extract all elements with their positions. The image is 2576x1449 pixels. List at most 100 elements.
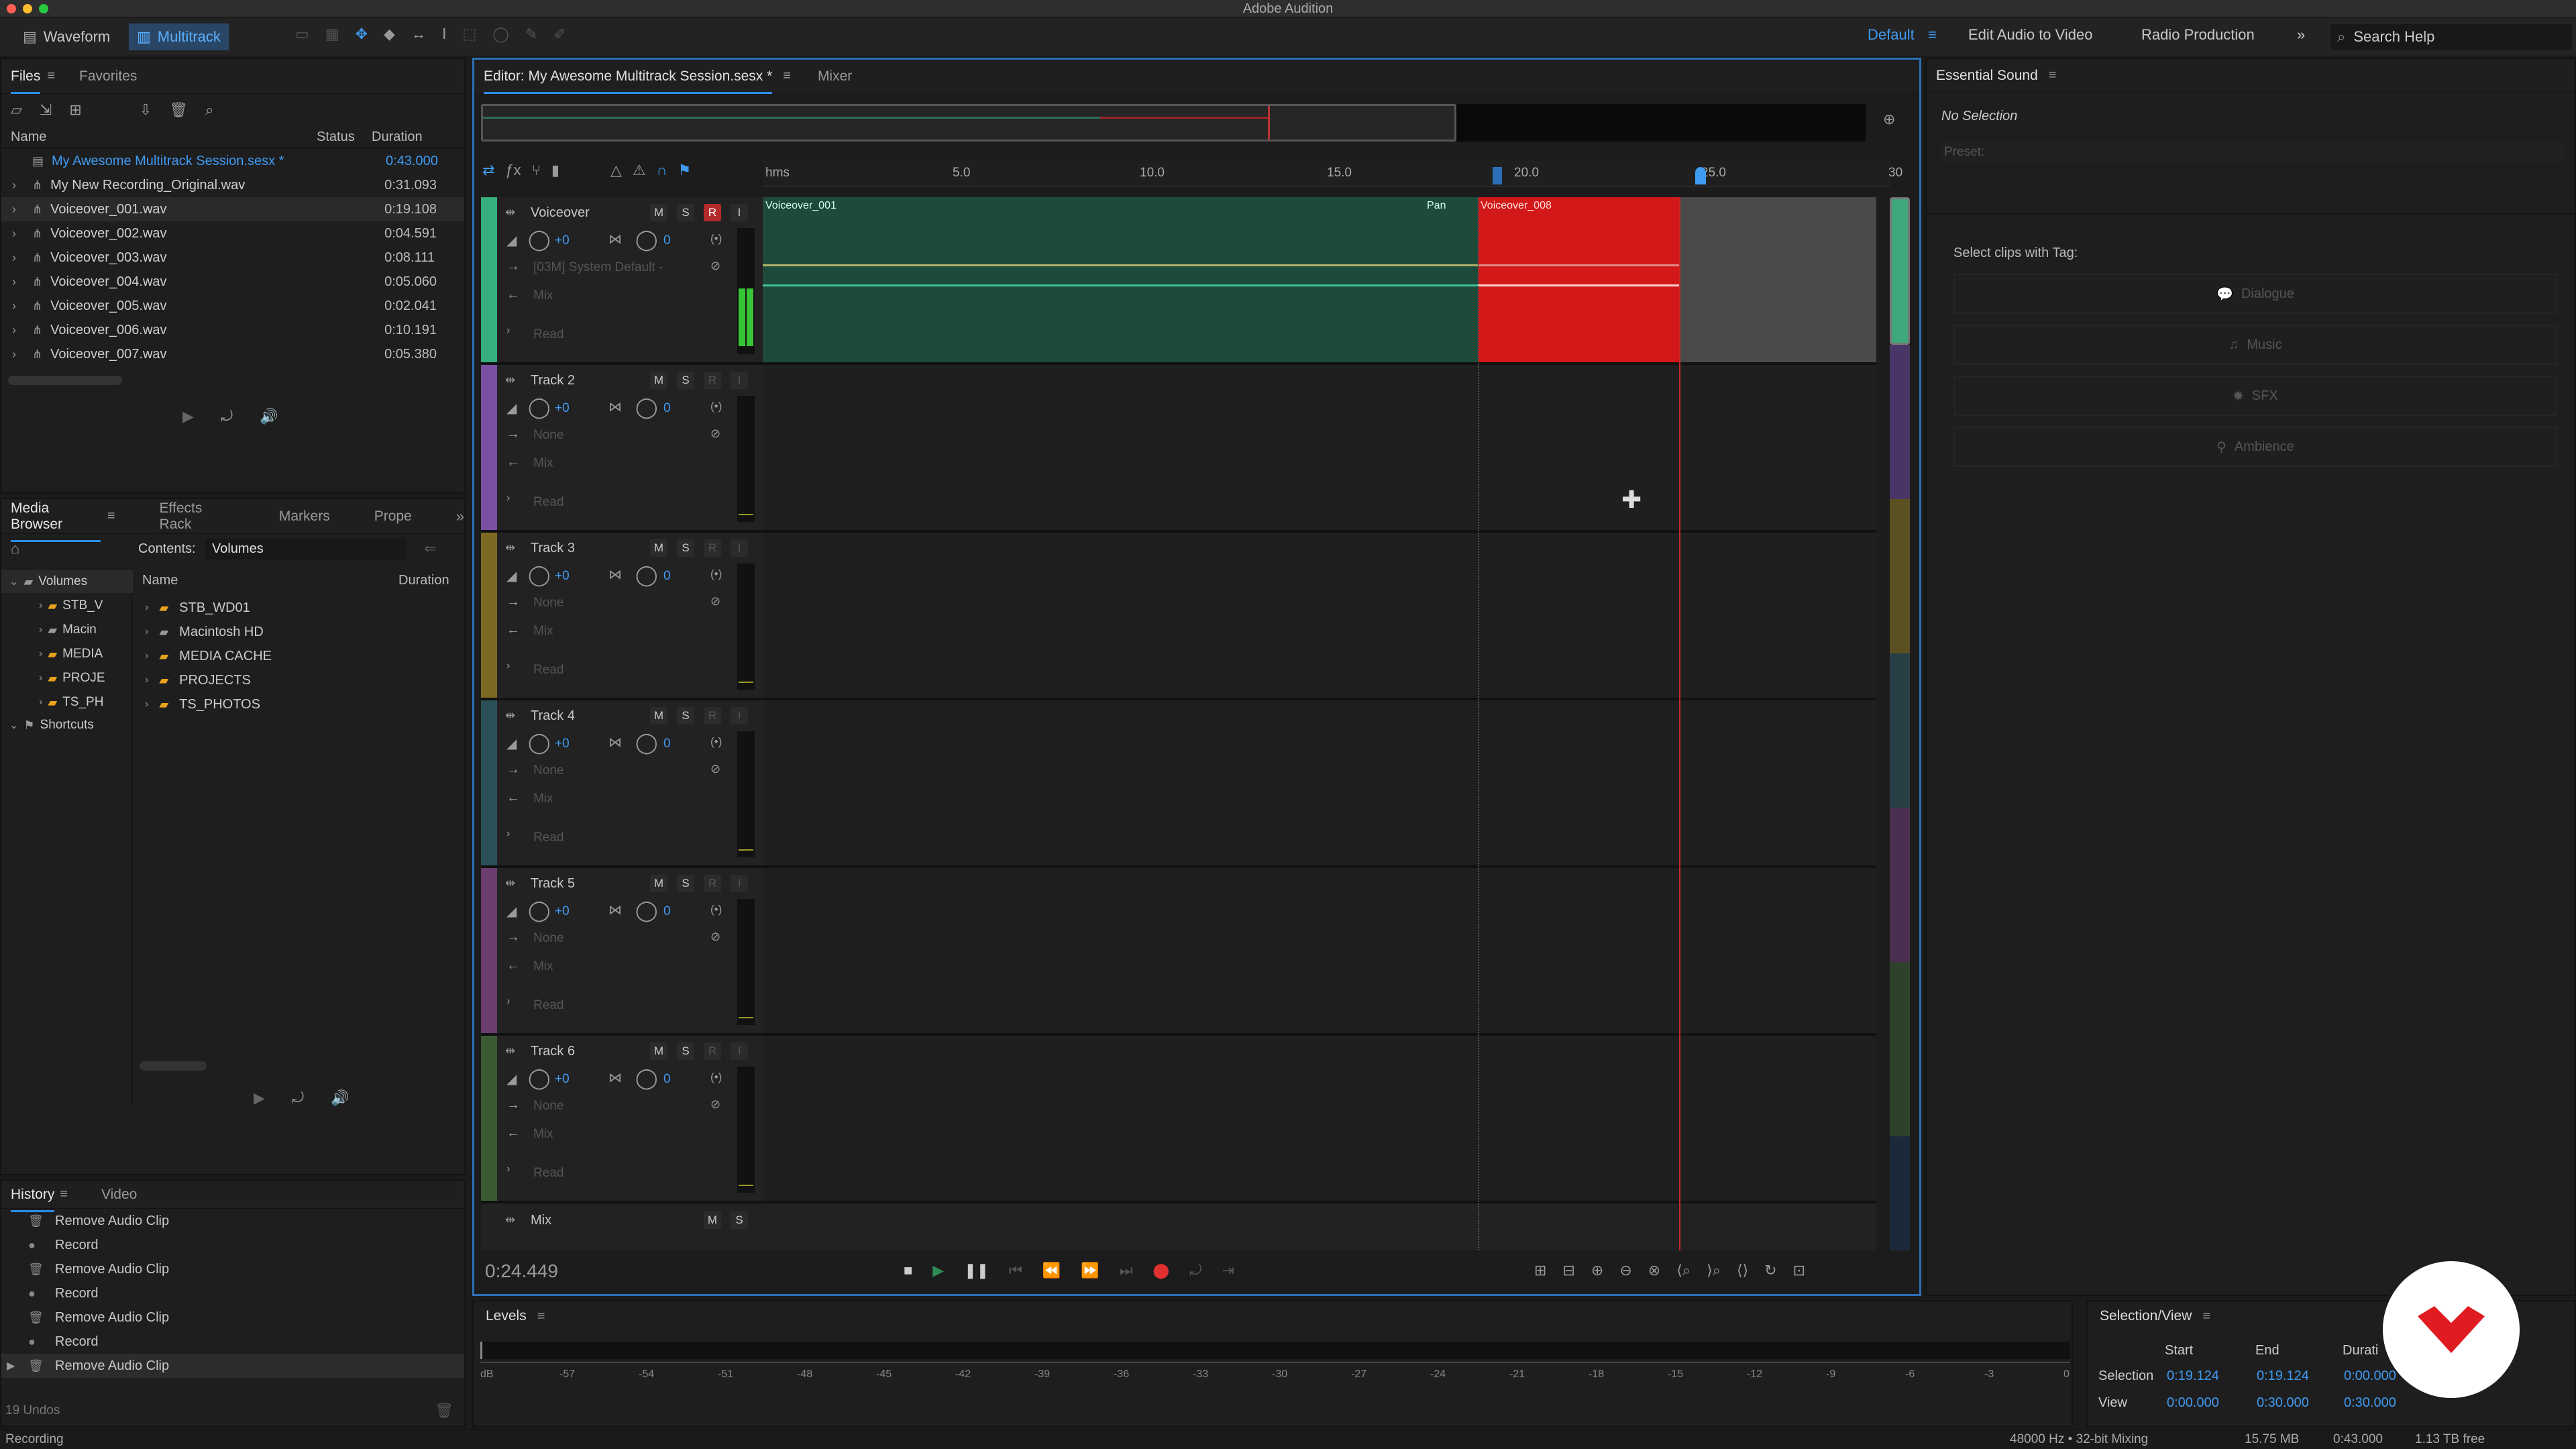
chevron-right-icon[interactable]: ›: [145, 698, 148, 710]
chevron-right-icon[interactable]: ›: [145, 626, 148, 638]
zoom-in-amplitude-icon[interactable]: ⊞: [1534, 1262, 1546, 1279]
insert-icon[interactable]: ⇩: [140, 101, 152, 119]
fast-forward-icon[interactable]: ⏩: [1081, 1262, 1099, 1279]
tag-button-sfx[interactable]: ✸ SFX: [1953, 376, 2557, 416]
brush-tool-icon[interactable]: ✎: [525, 25, 537, 43]
volume-value[interactable]: +0: [555, 737, 570, 751]
chevron-right-icon[interactable]: ›: [12, 251, 24, 265]
history-item[interactable]: 🗑 Remove Audio Clip: [1, 1209, 464, 1233]
input-select[interactable]: None: [533, 931, 564, 946]
input-select[interactable]: None: [533, 428, 564, 443]
volume-knob[interactable]: ◯: [528, 1067, 551, 1090]
chevron-right-icon[interactable]: ›: [39, 600, 42, 612]
new-file-icon[interactable]: ⊞: [69, 101, 81, 119]
time-ruler[interactable]: hms 5.0 10.0 15.0 20.0 25.0 30: [763, 160, 1902, 187]
media-scrollbar[interactable]: [140, 1061, 207, 1071]
chevron-right-icon[interactable]: ›: [12, 275, 24, 289]
mute-button[interactable]: M: [704, 1212, 721, 1229]
output-select[interactable]: Mix: [533, 288, 553, 303]
rewind-icon[interactable]: ⏪: [1042, 1262, 1061, 1279]
duration-column-header[interactable]: Duration: [372, 129, 423, 145]
media-item[interactable]: › ▰ STB_WD01: [142, 596, 458, 620]
input-select[interactable]: [03M] System Default -: [533, 260, 663, 275]
tag-button-music[interactable]: ♫ Music: [1953, 325, 2557, 365]
workspace-edit-video[interactable]: Edit Audio to Video: [1968, 26, 2093, 44]
loop-icon[interactable]: ⤾: [221, 408, 233, 425]
automation-mode[interactable]: Read: [533, 830, 564, 845]
media-item[interactable]: › ▰ TS_PHOTOS: [142, 692, 458, 716]
chevron-right-icon[interactable]: ›: [39, 648, 42, 660]
workspace-menu-icon[interactable]: ≡: [1928, 26, 1937, 44]
solo-button[interactable]: S: [677, 372, 694, 389]
selection-duration[interactable]: 0:00.000: [2344, 1368, 2396, 1384]
chevron-right-icon[interactable]: ›: [506, 1163, 510, 1175]
view-start[interactable]: 0:00.000: [2167, 1395, 2219, 1411]
more-workspaces-icon[interactable]: »: [2297, 26, 2305, 44]
volume-value[interactable]: +0: [555, 1072, 570, 1087]
sum-to-mono-icon[interactable]: (•): [710, 1071, 722, 1084]
chevron-down-icon[interactable]: ⌄: [9, 575, 18, 588]
history-item[interactable]: ● Record: [1, 1281, 464, 1305]
playhead-line[interactable]: [1679, 197, 1680, 1250]
media-tree-item[interactable]: › ▰ STB_V: [1, 594, 133, 617]
file-row[interactable]: › ⋔ Voiceover_001.wav 0:19.108: [1, 197, 464, 221]
marker-icon[interactable]: ⚑: [678, 162, 691, 179]
track-name[interactable]: Track 2: [531, 373, 575, 388]
volume-value[interactable]: +0: [555, 233, 570, 248]
mute-button[interactable]: M: [650, 204, 667, 221]
effects-icon[interactable]: ƒx: [505, 162, 521, 179]
time-selection-tool-icon[interactable]: Ⅰ: [442, 25, 447, 43]
view-duration[interactable]: 0:30.000: [2344, 1395, 2396, 1411]
zoom-out-amplitude-icon[interactable]: ⊟: [1562, 1262, 1574, 1279]
pitch-view-icon[interactable]: ▦: [325, 25, 339, 43]
output-select[interactable]: Mix: [533, 792, 553, 806]
media-tree-item[interactable]: › ▰ TS_PH: [1, 691, 133, 714]
chevron-right-icon[interactable]: ›: [12, 299, 24, 313]
media-name-header[interactable]: Name: [142, 573, 398, 588]
metronome-icon[interactable]: △: [610, 162, 622, 179]
multitrack-mode-button[interactable]: ▥ Multitrack: [129, 23, 229, 50]
media-item[interactable]: › ▰ PROJECTS: [142, 668, 458, 692]
workspace-radio[interactable]: Radio Production: [2141, 26, 2255, 44]
pan-value[interactable]: 0: [663, 1072, 671, 1087]
tab-media-browser[interactable]: Media Browser: [11, 500, 101, 542]
phase-icon[interactable]: ⊘: [710, 762, 720, 776]
in-point-marker[interactable]: [1493, 167, 1502, 184]
next-icon[interactable]: ⏭: [1120, 1262, 1133, 1279]
input-monitor-button[interactable]: I: [731, 539, 748, 557]
tab-markers[interactable]: Markers: [279, 508, 330, 525]
media-item[interactable]: › ▰ Macintosh HD: [142, 620, 458, 644]
track-name[interactable]: Track 5: [531, 876, 575, 892]
move-tool-icon[interactable]: ✥: [356, 25, 368, 43]
lasso-tool-icon[interactable]: ◯: [492, 25, 509, 43]
history-item[interactable]: 🗑 ▶ Remove Audio Clip: [1, 1354, 464, 1378]
view-end[interactable]: 0:30.000: [2257, 1395, 2309, 1411]
panel-menu-icon[interactable]: ≡: [2202, 1309, 2210, 1324]
pan-knob[interactable]: ◯: [635, 228, 658, 252]
spectral-view-icon[interactable]: ▭: [295, 25, 309, 43]
input-select[interactable]: None: [533, 1099, 564, 1114]
phase-icon[interactable]: ⊘: [710, 930, 720, 944]
file-row[interactable]: › ⋔ My New Recording_Original.wav 0:31.093: [1, 173, 464, 197]
more-panels-icon[interactable]: »: [456, 508, 464, 525]
delete-history-icon[interactable]: 🗑: [435, 1402, 453, 1419]
record-arm-button[interactable]: R: [704, 372, 721, 389]
mute-button[interactable]: M: [650, 372, 667, 389]
tab-mixer[interactable]: Mixer: [818, 68, 852, 85]
track-drag-icon[interactable]: ⇹: [505, 876, 515, 890]
chevron-right-icon[interactable]: ›: [145, 674, 148, 686]
pause-icon[interactable]: ❚❚: [964, 1262, 989, 1279]
playhead-marker[interactable]: [1695, 167, 1706, 184]
zoom-tracks-icon[interactable]: ↻: [1764, 1262, 1776, 1279]
workspace-default[interactable]: Default: [1868, 26, 1915, 44]
delete-icon[interactable]: 🗑: [169, 101, 188, 119]
media-tree-item[interactable]: › ▰ Macin: [1, 619, 133, 641]
input-monitor-button[interactable]: I: [731, 204, 748, 221]
zoom-navigator-icon[interactable]: ⊕: [1883, 111, 1895, 128]
tab-favorites[interactable]: Favorites: [79, 68, 137, 85]
automation-mode[interactable]: Read: [533, 663, 564, 678]
panel-menu-icon[interactable]: ≡: [107, 508, 115, 524]
volume-knob[interactable]: ◯: [528, 228, 551, 252]
input-monitor-button[interactable]: I: [731, 1042, 748, 1060]
sum-to-mono-icon[interactable]: (•): [710, 903, 722, 916]
